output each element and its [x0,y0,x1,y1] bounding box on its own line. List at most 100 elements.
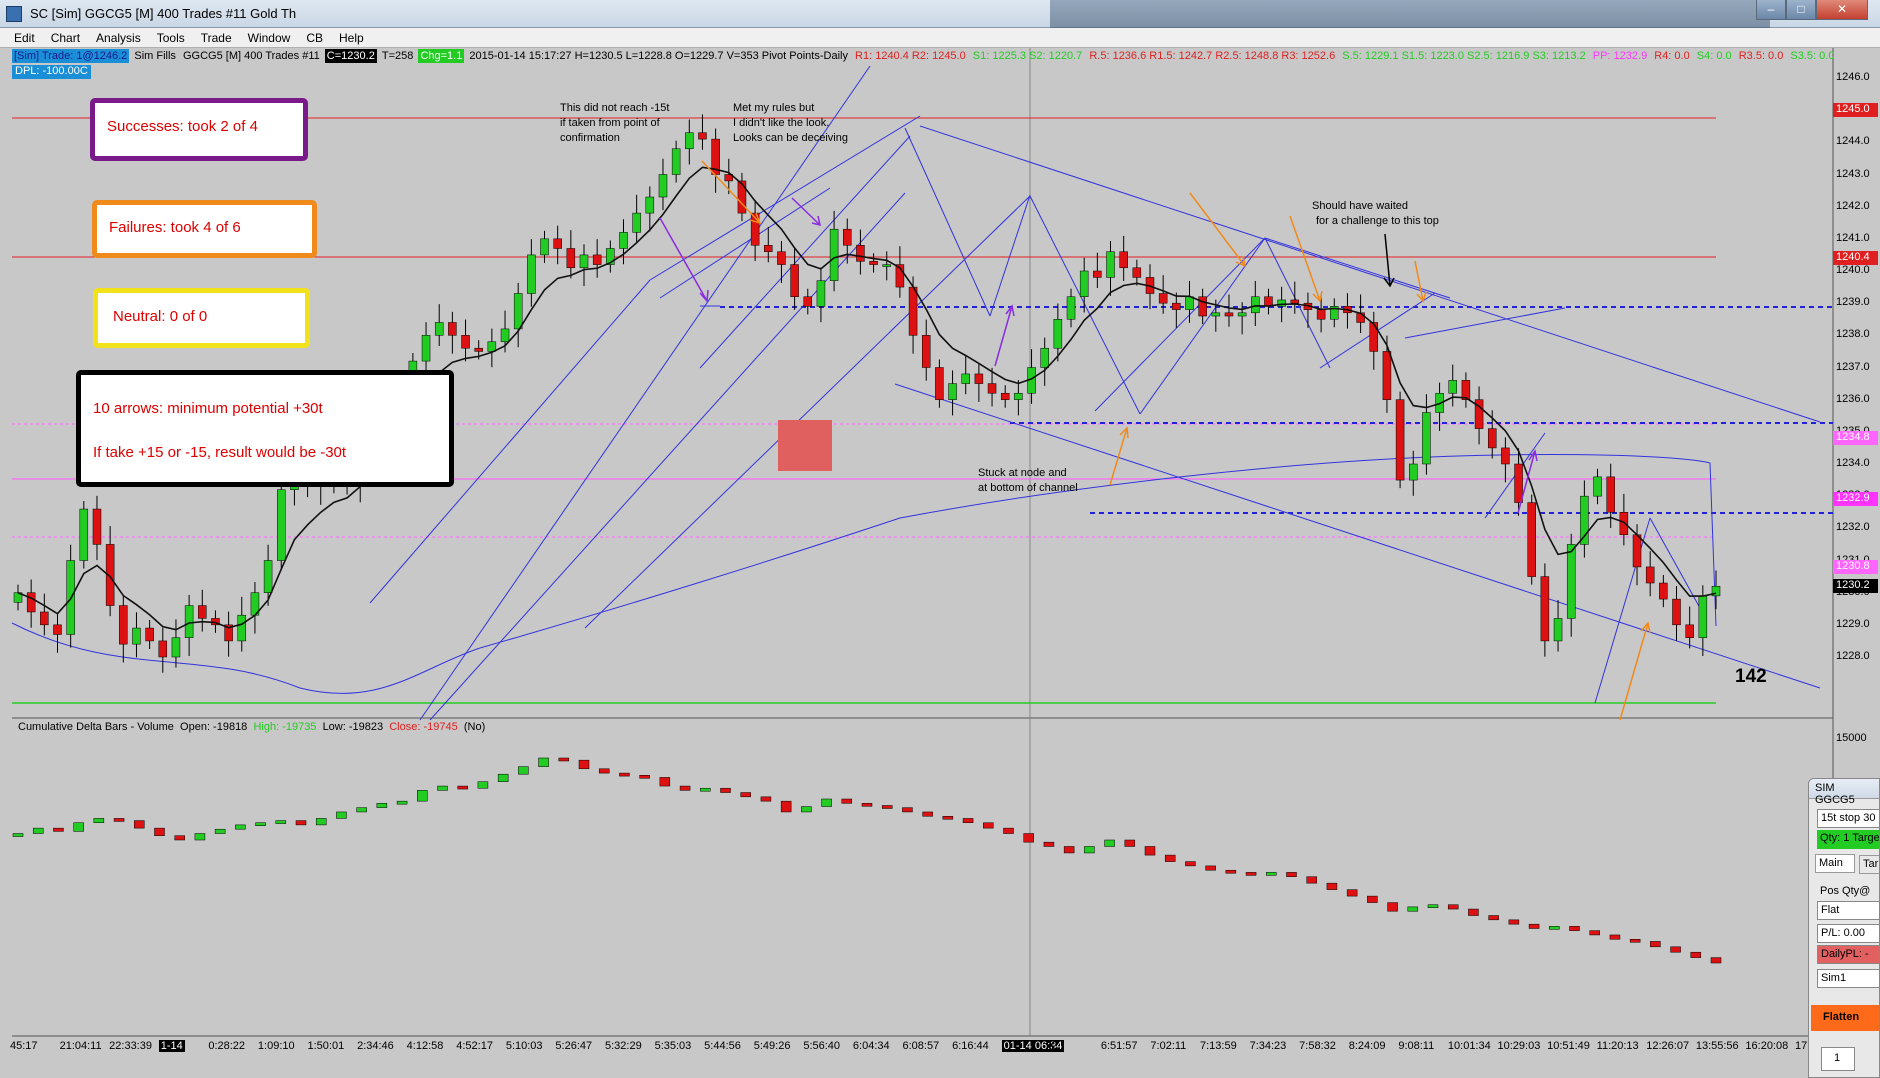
candle-body [1290,299,1300,304]
candle-body [1132,267,1142,278]
time-tick-label: 7:34:23 [1249,1040,1287,1052]
note-did-not-reach: This did not reach -15t if taken from po… [560,102,670,144]
delta-bar [700,787,711,792]
candle-body [869,261,878,265]
delta-bar [1043,841,1055,847]
menu-bar: Edit Chart Analysis Tools Trade Window CB Help [0,28,1880,48]
minimize-button[interactable]: – [1756,0,1786,20]
time-tick-label: 4:12:58 [406,1040,444,1052]
candle-body [698,132,707,140]
account-select[interactable]: Sim1 [1817,969,1879,988]
candle-body [777,251,786,265]
delta-bar [255,822,266,826]
note-met-rules: Met my rules but I didn't like the look.… [733,102,848,144]
delta-bar [417,790,428,802]
candle-body [1409,463,1418,481]
delta-bar [598,768,610,774]
price-tick-label: 1240.0 [1836,264,1870,276]
time-tick-label: 1:09:10 [257,1040,295,1052]
tab-targets[interactable]: Tar [1859,855,1879,874]
delta-bar [113,818,125,822]
menu-help[interactable]: Help [331,28,372,48]
candle-body [1172,302,1181,310]
candle-body [277,489,286,561]
s-levels: S1: 1225.3 S2: 1220.7 [972,50,1083,62]
candle-body [237,614,247,642]
delta-bar [457,785,468,790]
arrows-summary-line1: 10 arrows: minimum potential +30t [93,400,323,417]
delta-bar [275,820,287,824]
menu-trade[interactable]: Trade [193,28,240,48]
delta-bar [1549,926,1560,930]
price-tick-label: 1242.0 [1836,199,1870,212]
menu-analysis[interactable]: Analysis [88,28,149,48]
candle-body [592,254,602,265]
price-tick-label: 1238.0 [1836,328,1870,341]
candle-body [184,605,194,638]
study-name: Cumulative Delta Bars - Volume [18,721,174,733]
candle-body [421,335,431,362]
candle-body [1501,447,1510,465]
price-tag: 1240.4 [1833,251,1878,266]
time-tick-label: 7:13:59 [1200,1040,1237,1052]
candle-body [474,347,483,352]
candle-body [1698,595,1708,638]
delta-bar [720,787,731,793]
delta-bar [518,766,529,775]
menu-cb[interactable]: CB [298,28,331,48]
time-tick-label: 45:17 [10,1040,38,1052]
candle-body [1185,296,1194,310]
menu-edit[interactable]: Edit [0,28,43,48]
time-tick-label: 10:01:34 [1447,1040,1491,1052]
delta-bar [437,785,448,791]
time-tick-label: 4:52:17 [456,1040,493,1052]
candle-body [856,245,865,262]
candle-body [632,212,641,233]
candle-body [1632,534,1642,568]
delta-bar [801,806,812,813]
s35-level: S3.5: 0.0 [1790,50,1835,62]
delta-bar [214,828,226,834]
r-half-levels: R.5: 1236.6 R1.5: 1242.7 R2.5: 1248.8 R3… [1089,50,1336,62]
delta-bar [1084,846,1095,854]
candle-body [1566,544,1576,619]
candle-body [1369,322,1379,352]
delta-bar [1023,833,1034,843]
pivot-point: PP: 1232.9 [1592,50,1648,62]
tab-main[interactable]: Main [1815,854,1855,873]
candle-body [908,286,918,336]
candle-body [1316,309,1326,320]
note-stuck-at-node: Stuck at node and at bottom of channel [978,467,1078,494]
menu-chart[interactable]: Chart [43,28,88,48]
strategy-select[interactable]: 15t stop 30 [1817,809,1879,828]
delta-bar [396,800,408,805]
delta-bar [740,792,751,798]
candle-body [1553,618,1563,642]
time-tick-label: 22:33:39 [109,1040,152,1052]
close-button[interactable]: ✕ [1816,0,1868,20]
sim-fills-label: Sim Fills [134,50,176,62]
time-tick-label: 21:04:11 [59,1040,102,1052]
delta-bar [821,798,832,807]
time-tick-label: 2:34:46 [357,1040,394,1052]
qty-input[interactable]: 1 [1821,1047,1855,1071]
arrows-summary-line2: If take +15 or -15, result would be -30t [93,444,347,461]
title-bar: SC [Sim] GGCG5 [M] 400 Trades #11 Gold T… [0,0,1880,28]
time-tick-label: 6:08:57 [902,1040,940,1052]
candle-body [448,322,457,336]
time-tick-label: 2 [1051,1040,1058,1052]
flatten-button[interactable]: Flatten [1811,1005,1879,1031]
delta-bar [1144,846,1156,856]
time-axis[interactable]: 45:17 21:04:11 22:33:39 1-14 0:28:22 1:09:10 1… [0,1036,1810,1056]
candle-body [1540,576,1550,642]
trade-panel: SIM GGCG5 15t stop 30 Qty: 1 Targe Main … [1808,778,1880,1078]
delta-bar [1447,904,1459,910]
menu-tools[interactable]: Tools [149,28,193,48]
delta-bar [12,833,24,837]
menu-window[interactable]: Window [240,28,299,48]
delta-bar [679,785,691,791]
qty-target-bar: Qty: 1 Targe [1817,830,1879,849]
candle-body [882,264,891,267]
candle-body [198,605,207,619]
maximize-button[interactable]: □ [1786,0,1816,20]
